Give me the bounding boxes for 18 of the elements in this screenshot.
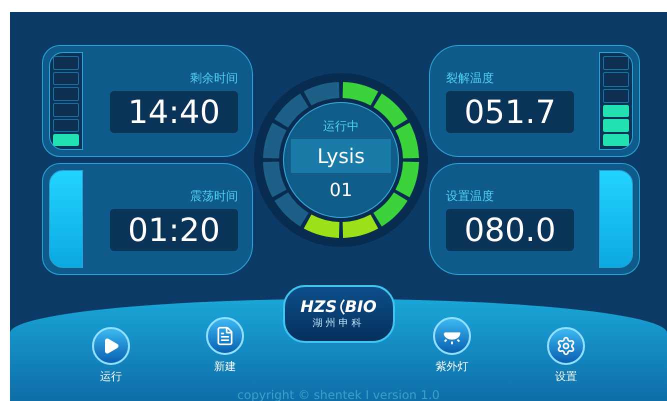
step-number: 01 [330,178,352,202]
logo-subtitle: 湖州申科 [312,316,364,330]
step-name: Lysis [291,138,391,172]
value-display: 14:40 [110,91,238,133]
logo-text: BIO [344,298,377,314]
logo-button[interactable]: HZS BIO 湖州申科 [282,285,394,343]
value-display: 01:20 [110,209,238,251]
document-icon [215,326,235,346]
value-display: 080.0 [446,209,574,251]
settings-icon [556,336,576,356]
logo-text: HZS [300,298,337,314]
play-icon [102,337,120,355]
status-text: 运行中 [323,118,359,134]
value-display: 051.7 [446,91,574,133]
panel-label: 设置温度 [446,188,494,205]
panel-label: 震荡时间 [190,188,238,205]
panel-label: 裂解温度 [446,70,494,87]
panel-label: 剩余时间 [190,70,238,87]
